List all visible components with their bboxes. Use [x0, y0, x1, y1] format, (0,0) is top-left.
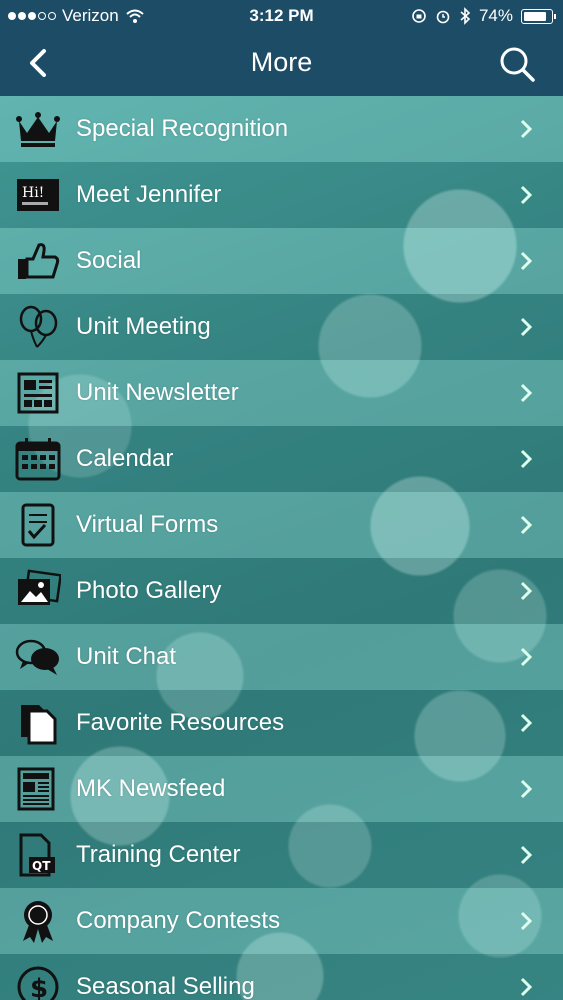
menu-item-label: Company Contests	[76, 907, 281, 934]
alarm-icon	[436, 10, 450, 24]
menu-item-label: Unit Meeting	[76, 313, 211, 340]
menu-list: Special Recognition Hi! Meet Jennifer So…	[0, 96, 563, 1000]
chevron-right-icon	[520, 515, 533, 535]
menu-item-favorite-resources[interactable]: Favorite Resources	[0, 690, 563, 756]
chevron-right-icon	[520, 119, 533, 139]
chevron-right-icon	[520, 185, 533, 205]
award-ribbon-icon	[14, 898, 62, 944]
page-title: More	[250, 47, 313, 77]
battery-percent: 74%	[478, 6, 513, 25]
menu-item-photo-gallery[interactable]: Photo Gallery	[0, 558, 563, 624]
hi-name-tag-icon: Hi!	[14, 172, 62, 218]
chevron-right-icon	[520, 251, 533, 271]
status-right: 74%	[411, 6, 556, 26]
chevron-right-icon	[520, 647, 533, 667]
menu-item-training-center[interactable]: QT Training Center	[0, 822, 563, 888]
menu-item-label: Social	[76, 247, 142, 274]
menu-item-unit-newsletter[interactable]: Unit Newsletter	[0, 360, 563, 426]
menu-item-special-recognition[interactable]: Special Recognition	[0, 96, 563, 162]
menu-item-label: Unit Newsletter	[76, 379, 239, 406]
menu-item-label: Training Center	[76, 841, 241, 868]
rotation-lock-icon	[412, 9, 426, 23]
chevron-right-icon	[520, 911, 533, 931]
menu-item-unit-meeting[interactable]: Unit Meeting	[0, 294, 563, 360]
svg-text:QT: QT	[32, 859, 51, 873]
qt-document-icon: QT	[14, 832, 62, 878]
menu-item-seasonal-selling[interactable]: $ Seasonal Selling	[0, 954, 563, 1000]
thumbs-up-icon	[14, 238, 62, 284]
documents-icon	[14, 700, 62, 746]
search-icon[interactable]	[497, 44, 537, 84]
menu-item-label: Virtual Forms	[76, 511, 219, 538]
chevron-right-icon	[520, 845, 533, 865]
chevron-right-icon	[520, 383, 533, 403]
newsletter-icon	[14, 370, 62, 416]
menu-item-label: MK Newsfeed	[76, 775, 226, 802]
menu-item-label: Calendar	[76, 445, 174, 472]
menu-item-label: Favorite Resources	[76, 709, 285, 736]
status-bar: Verizon 3:12 PM 74%	[0, 0, 563, 32]
battery-icon	[521, 8, 556, 24]
chevron-right-icon	[520, 977, 533, 997]
menu-item-meet-jennifer[interactable]: Hi! Meet Jennifer	[0, 162, 563, 228]
menu-item-social[interactable]: Social	[0, 228, 563, 294]
menu-item-label: Special Recognition	[76, 115, 289, 142]
menu-item-label: Meet Jennifer	[76, 181, 222, 208]
checklist-icon	[14, 502, 62, 548]
chevron-right-icon	[520, 713, 533, 733]
navigation-bar: More	[0, 32, 563, 96]
photos-icon	[14, 568, 62, 614]
dollar-icon: $	[14, 964, 62, 1000]
menu-item-mk-newsfeed[interactable]: MK Newsfeed	[0, 756, 563, 822]
chevron-right-icon	[520, 317, 533, 337]
crown-icon	[14, 106, 62, 152]
menu-item-unit-chat[interactable]: Unit Chat	[0, 624, 563, 690]
menu-item-calendar[interactable]: Calendar	[0, 426, 563, 492]
menu-item-company-contests[interactable]: Company Contests	[0, 888, 563, 954]
menu-item-label: Seasonal Selling	[76, 973, 255, 1000]
svg-text:Hi!: Hi!	[22, 185, 44, 201]
menu-item-label: Unit Chat	[76, 643, 177, 670]
menu-item-label: Photo Gallery	[76, 577, 222, 604]
calendar-icon	[14, 436, 62, 482]
svg-text:$: $	[30, 974, 48, 1000]
menu-item-virtual-forms[interactable]: Virtual Forms	[0, 492, 563, 558]
chevron-right-icon	[520, 581, 533, 601]
balloons-icon	[14, 304, 62, 350]
newspaper-icon	[14, 766, 62, 812]
chevron-right-icon	[520, 449, 533, 469]
bluetooth-icon	[460, 7, 471, 25]
chevron-right-icon	[520, 779, 533, 799]
chat-bubbles-icon	[14, 634, 62, 680]
